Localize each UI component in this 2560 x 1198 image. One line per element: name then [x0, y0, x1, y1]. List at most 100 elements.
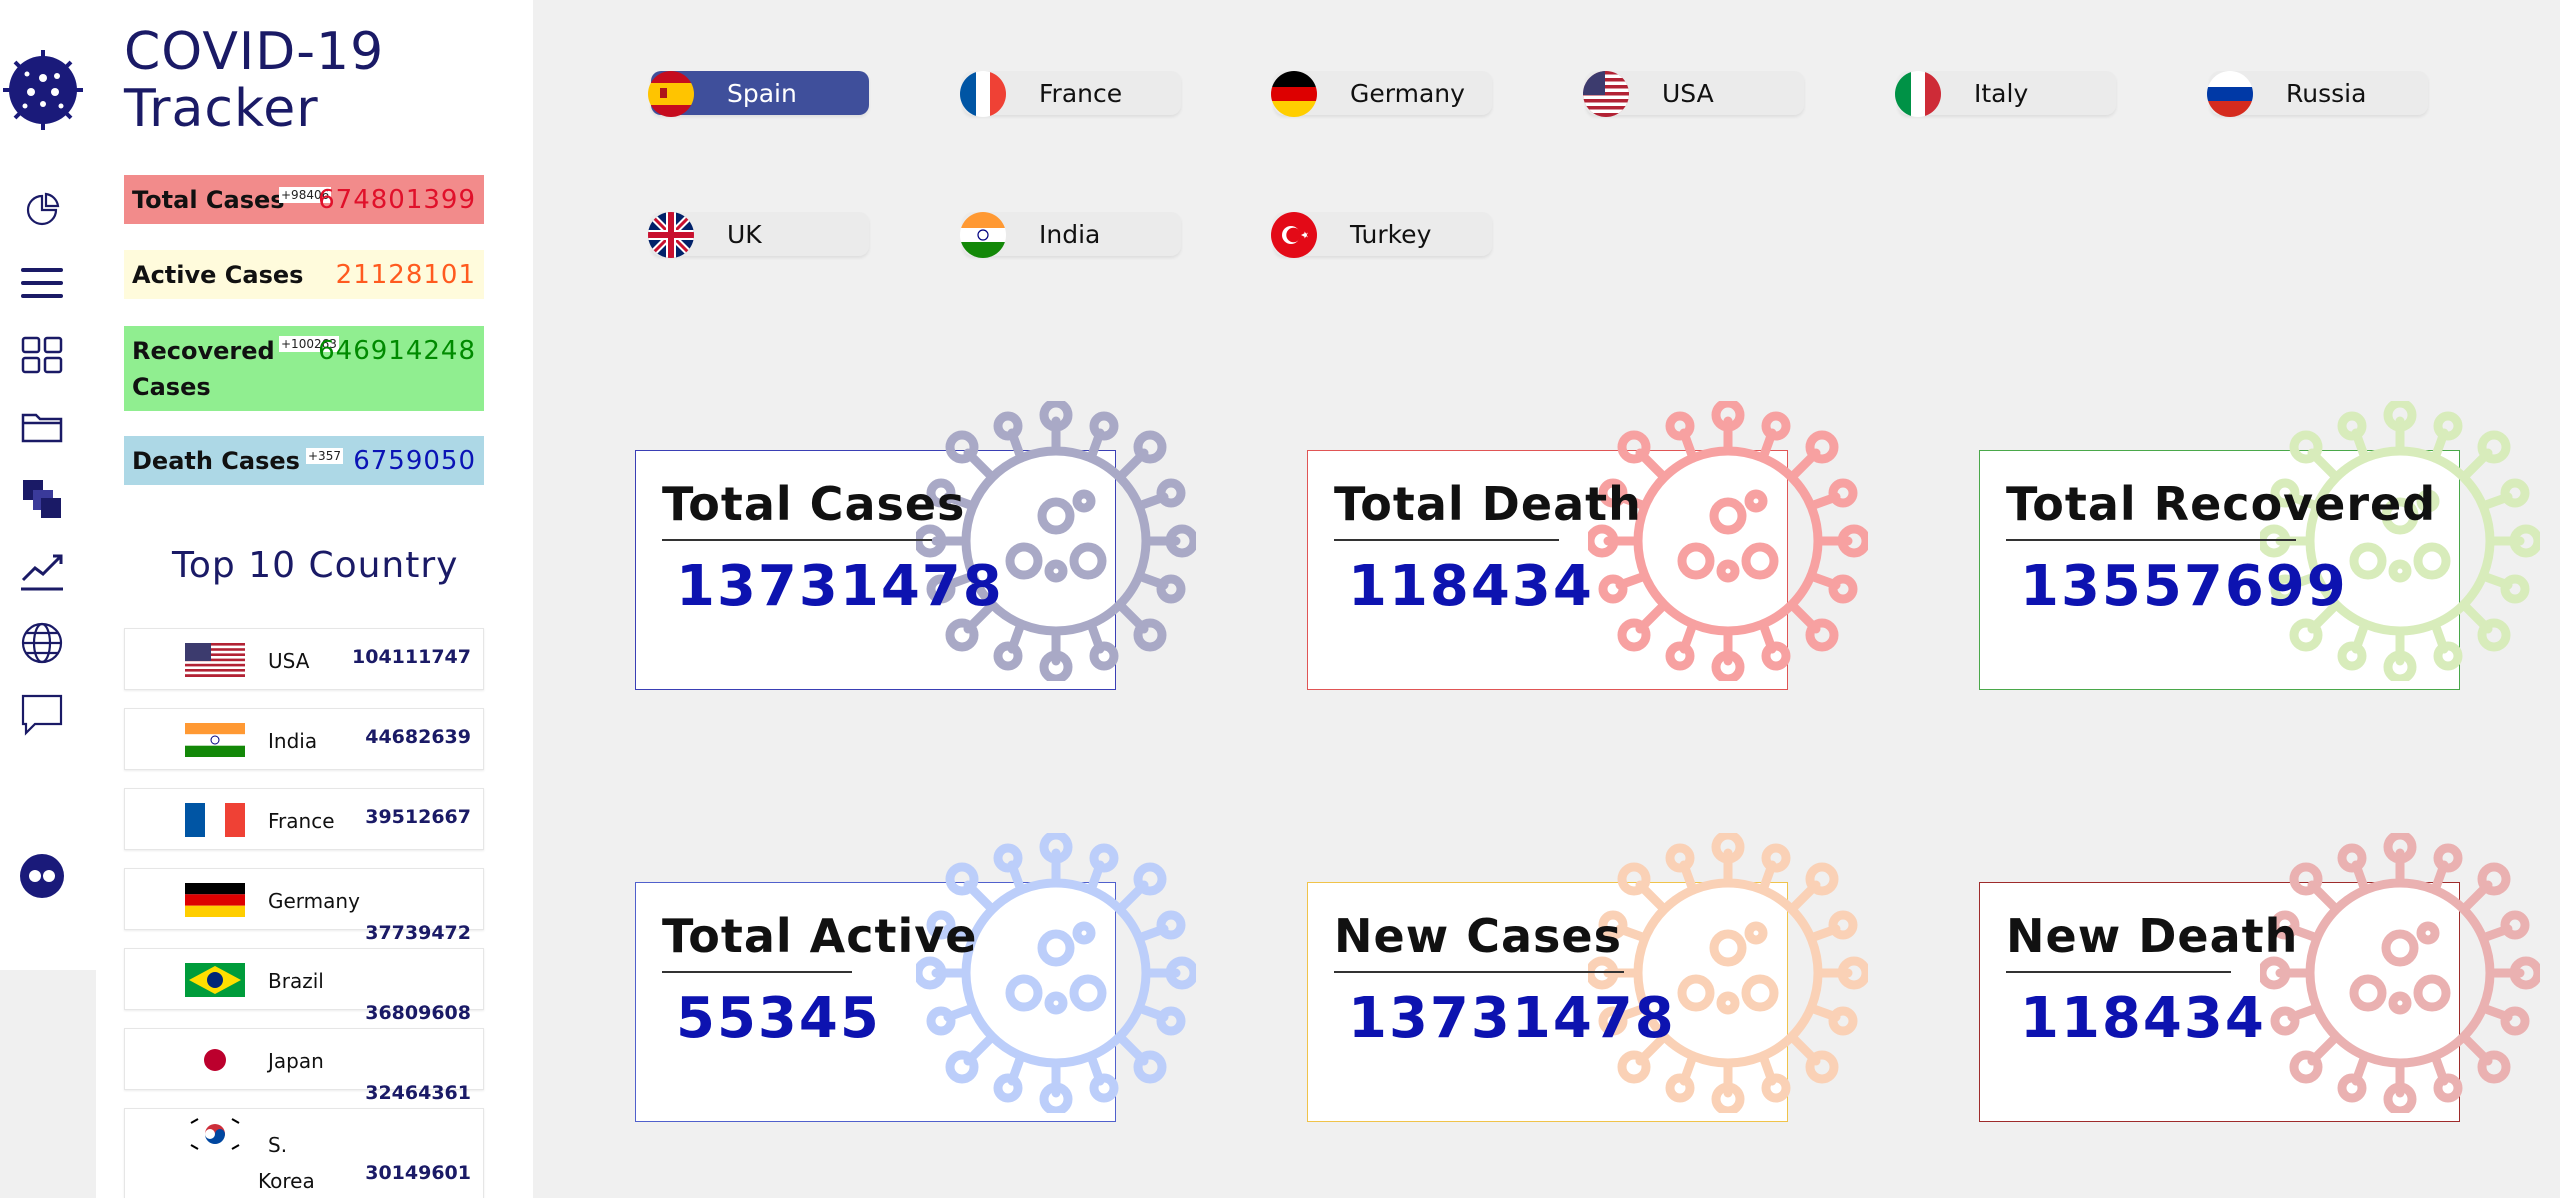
card-new-death: New Death 118434: [1979, 882, 2460, 1122]
top10-country-value: 37739472: [365, 922, 471, 944]
france-flag-icon: [185, 803, 245, 837]
country-button-usa[interactable]: USA: [1583, 71, 1804, 117]
country-button-label: UK: [727, 220, 762, 249]
flickr-icon[interactable]: [18, 854, 66, 898]
top10-country-value: 32464361: [365, 1082, 471, 1104]
app-title: COVID-19 Tracker: [124, 24, 384, 138]
card-title: Total Death: [1334, 477, 1642, 531]
death-cases-delta: +357: [306, 448, 343, 464]
recovered-cases-label: Recovered Cases: [124, 333, 275, 405]
country-button-turkey[interactable]: Turkey: [1271, 212, 1492, 258]
india-flag-icon: [185, 723, 245, 757]
india-flag-icon: [960, 212, 1006, 258]
card-value: 13731478: [1348, 986, 1676, 1051]
card-title: New Death: [2006, 909, 2299, 963]
folder-icon[interactable]: [18, 405, 66, 449]
country-button-germany[interactable]: Germany: [1271, 71, 1492, 117]
turkey-flag-icon: [1271, 212, 1317, 258]
active-cases-box: Active Cases 21128101: [124, 250, 484, 299]
card-value: 118434: [1348, 554, 1594, 619]
virus-icon: [2260, 833, 2540, 1113]
recovered-label-line2: Cases: [132, 372, 211, 401]
death-cases-label: Death Cases: [132, 446, 300, 475]
card-underline: [662, 539, 932, 541]
country-button-label: India: [1039, 220, 1101, 249]
country-button-label: Russia: [2286, 79, 2367, 108]
country-button-label: Spain: [727, 79, 797, 108]
trend-icon[interactable]: [18, 549, 66, 593]
layers-icon[interactable]: [18, 477, 66, 521]
card-total-cases: Total Cases 13731478: [635, 450, 1116, 690]
recovered-cases-value: 646914248: [318, 336, 476, 366]
card-title: Total Cases: [662, 477, 966, 531]
virus-icon: [2260, 401, 2540, 681]
card-value: 118434: [2020, 986, 2266, 1051]
top10-country-name: Brazil: [268, 969, 324, 993]
top10-country-name: France: [268, 809, 335, 833]
app-title-line2: Tracker: [124, 79, 319, 139]
country-button-uk[interactable]: UK: [648, 212, 869, 258]
country-button-italy[interactable]: Italy: [1895, 71, 2116, 117]
country-button-france[interactable]: France: [960, 71, 1181, 117]
card-underline: [2006, 539, 2296, 541]
top10-country-name: Germany: [268, 889, 360, 913]
germany-flag-icon: [1271, 71, 1317, 117]
card-underline: [1334, 539, 1559, 541]
active-cases-label: Active Cases: [132, 260, 304, 289]
top10-row-germany[interactable]: Germany 37739472: [124, 868, 484, 944]
south-korea-flag-icon: [185, 1117, 245, 1151]
death-cases-box: Death Cases +357 6759050: [124, 436, 484, 485]
top10-row-japan[interactable]: Japan 32464361: [124, 1028, 484, 1104]
top10-country-name: Japan: [268, 1049, 324, 1073]
country-button-label: Turkey: [1350, 220, 1432, 249]
active-cases-value: 21128101: [335, 259, 476, 290]
country-button-russia[interactable]: Russia: [2207, 71, 2428, 117]
top10-country-value: 36809608: [365, 1002, 471, 1024]
usa-flag-icon: [1583, 71, 1629, 117]
top10-row-india[interactable]: India 44682639: [124, 708, 484, 770]
death-cases-value: 6759050: [353, 445, 476, 476]
virus-icon: [916, 401, 1196, 681]
russia-flag-icon: [2207, 71, 2253, 117]
stats-column: COVID-19 Tracker Total Cases +98406 6748…: [96, 0, 533, 1198]
top10-country-value: 39512667: [365, 806, 471, 828]
top10-country-value: 30149601: [365, 1162, 471, 1184]
virus-logo-icon: [3, 50, 83, 130]
top10-row-france[interactable]: France 39512667: [124, 788, 484, 850]
card-underline: [662, 971, 852, 973]
card-total-death: Total Death 118434: [1307, 450, 1788, 690]
recovered-label-line1: Recovered: [132, 336, 275, 365]
card-value: 55345: [676, 986, 881, 1051]
top10-row-south-korea[interactable]: S. Korea 30149601: [124, 1108, 484, 1198]
total-cases-value: 674801399: [318, 184, 476, 215]
country-button-label: Italy: [1974, 79, 2029, 108]
virus-icon: [1588, 833, 1868, 1113]
chat-icon[interactable]: [18, 693, 66, 737]
top10-row-brazil[interactable]: Brazil 36809608: [124, 948, 484, 1024]
country-button-spain[interactable]: Spain: [648, 71, 869, 117]
top10-row-usa[interactable]: USA 104111747: [124, 628, 484, 690]
spain-flag-icon: [648, 71, 694, 117]
grid-icon[interactable]: [18, 333, 66, 377]
germany-flag-icon: [185, 883, 245, 917]
virus-icon: [1588, 401, 1868, 681]
globe-icon[interactable]: [18, 621, 66, 665]
italy-flag-icon: [1895, 71, 1941, 117]
country-button-label: France: [1039, 79, 1123, 108]
card-underline: [1334, 971, 1624, 973]
top10-country-value: 44682639: [365, 726, 471, 748]
brazil-flag-icon: [185, 963, 245, 997]
country-button-india[interactable]: India: [960, 212, 1181, 258]
country-button-label: Germany: [1350, 79, 1465, 108]
card-title: Total Recovered: [2006, 477, 2437, 531]
card-title: Total Active: [662, 909, 978, 963]
icon-rail: [0, 0, 96, 970]
menu-icon[interactable]: [18, 261, 66, 305]
app-title-line1: COVID-19: [124, 22, 385, 82]
card-value: 13557699: [2020, 554, 2348, 619]
pie-chart-icon[interactable]: [18, 188, 66, 232]
top10-country-name: India: [268, 729, 318, 753]
top10-country-name: S. Korea: [258, 1127, 315, 1198]
card-title: New Cases: [1334, 909, 1622, 963]
card-value: 13731478: [676, 554, 1004, 619]
